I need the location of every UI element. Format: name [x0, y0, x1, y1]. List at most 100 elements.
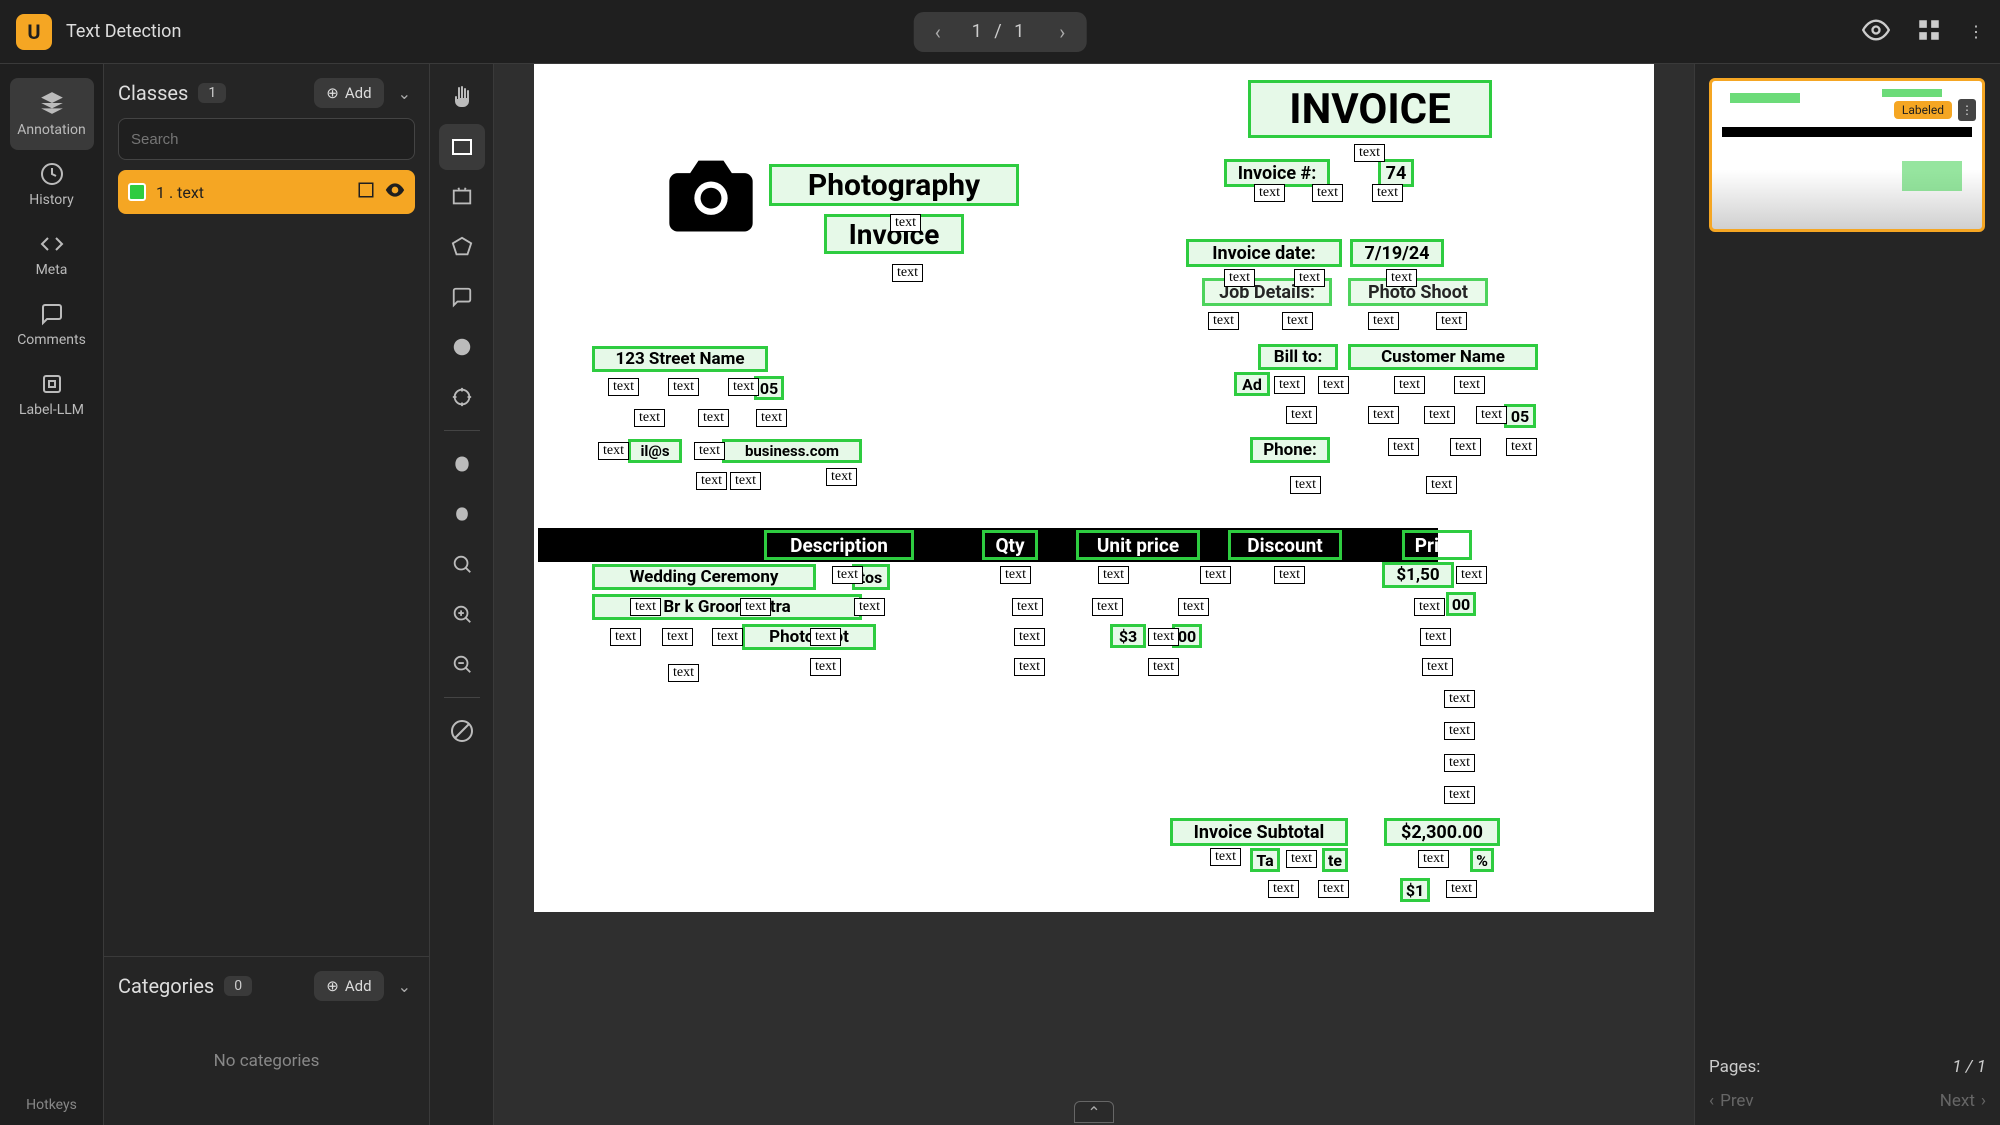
- annotation-tag[interactable]: text: [810, 628, 841, 646]
- annotation-tag[interactable]: text: [1012, 598, 1043, 616]
- annotation-tag[interactable]: text: [1282, 312, 1313, 330]
- annotation-tag[interactable]: text: [1436, 312, 1467, 330]
- annotation[interactable]: 74: [1378, 159, 1414, 187]
- annotation-tag[interactable]: text: [1200, 566, 1231, 584]
- disable-tool[interactable]: [439, 708, 485, 754]
- eye-icon[interactable]: [1862, 16, 1890, 48]
- annotation[interactable]: $2,300.00: [1384, 818, 1500, 846]
- annotation[interactable]: Photography: [769, 164, 1019, 206]
- next-button[interactable]: Next ›: [1940, 1091, 1986, 1111]
- annotation-tag[interactable]: text: [854, 598, 885, 616]
- eye-icon[interactable]: [385, 180, 405, 204]
- annotation[interactable]: Bill to:: [1258, 344, 1338, 370]
- annotation-tag[interactable]: text: [1274, 376, 1305, 394]
- annotation-tag[interactable]: text: [1386, 269, 1417, 287]
- annotation-tag[interactable]: text: [1456, 566, 1487, 584]
- annotation[interactable]: Qty: [982, 530, 1038, 560]
- prev-button[interactable]: ‹ Prev: [1709, 1091, 1754, 1111]
- annotation-tag[interactable]: text: [1372, 184, 1403, 202]
- chevron-down-icon[interactable]: ⌄: [394, 973, 415, 1000]
- class-row-text[interactable]: 1 . text: [118, 170, 415, 214]
- annotation-tag[interactable]: text: [1274, 566, 1305, 584]
- polygon-tool[interactable]: [439, 224, 485, 270]
- annotation-tag[interactable]: text: [890, 214, 921, 232]
- annotation-tag[interactable]: text: [1388, 438, 1419, 456]
- annotation-tag[interactable]: text: [668, 664, 699, 682]
- magic-tool[interactable]: [439, 174, 485, 220]
- annotation-tag[interactable]: text: [1286, 406, 1317, 424]
- annotation-tag[interactable]: text: [1254, 184, 1285, 202]
- annotation[interactable]: $1,50: [1382, 562, 1454, 588]
- annotation[interactable]: Invoice #:: [1224, 159, 1330, 187]
- annotation-tag[interactable]: text: [1506, 438, 1537, 456]
- annotation[interactable]: business.com: [722, 439, 862, 463]
- zoom-in-tool[interactable]: [439, 591, 485, 637]
- expand-handle[interactable]: ⌃: [1074, 1101, 1114, 1123]
- annotation-tag[interactable]: text: [892, 264, 923, 282]
- annotation[interactable]: Customer Name: [1348, 344, 1538, 370]
- annotation[interactable]: $3: [1110, 624, 1146, 648]
- chevron-down-icon[interactable]: ⌄: [394, 80, 415, 107]
- annotation-tag[interactable]: text: [1426, 476, 1457, 494]
- annotation-tag[interactable]: text: [608, 378, 639, 396]
- annotation-tag[interactable]: text: [1424, 406, 1455, 424]
- annotation-tag[interactable]: text: [1414, 598, 1445, 616]
- annotation-tag[interactable]: text: [1318, 376, 1349, 394]
- thumbnail[interactable]: Labeled ⋮: [1709, 78, 1985, 232]
- annotation[interactable]: INVOICE: [1248, 80, 1492, 138]
- kebab-icon[interactable]: ⋮: [1968, 22, 1984, 41]
- annotation-tag[interactable]: text: [1394, 376, 1425, 394]
- annotation[interactable]: 05: [1504, 404, 1536, 428]
- annotation-tag[interactable]: text: [756, 409, 787, 427]
- annotation-tag[interactable]: text: [1444, 722, 1475, 740]
- add-class-button[interactable]: ⊕ Add: [314, 78, 383, 108]
- canvas-area[interactable]: INVOICE Photography Invoice Invoice #: 7…: [494, 64, 1694, 1125]
- annotation[interactable]: Phone:: [1250, 437, 1330, 463]
- annotation-tag[interactable]: text: [610, 628, 641, 646]
- annotation-tag[interactable]: text: [1290, 476, 1321, 494]
- annotation[interactable]: Invoice Subtotal: [1170, 818, 1348, 846]
- annotation-tag[interactable]: text: [1268, 880, 1299, 898]
- annotation-tag[interactable]: text: [630, 598, 661, 616]
- annotation-tag[interactable]: text: [1476, 406, 1507, 424]
- nav-label-llm[interactable]: Label-LLM: [10, 360, 94, 430]
- grid-icon[interactable]: [1916, 17, 1942, 47]
- annotation-tag[interactable]: text: [668, 378, 699, 396]
- annotation-tag[interactable]: text: [1454, 376, 1485, 394]
- annotation-tag[interactable]: text: [740, 598, 771, 616]
- annotation[interactable]: il@s: [628, 439, 682, 463]
- search-tool[interactable]: [439, 541, 485, 587]
- thumb-menu[interactable]: ⋮: [1958, 99, 1976, 121]
- annotation-tag[interactable]: text: [1418, 850, 1449, 868]
- annotation-tag[interactable]: text: [1312, 184, 1343, 202]
- annotation-tag[interactable]: text: [694, 442, 725, 460]
- annotation-tag[interactable]: text: [1092, 598, 1123, 616]
- chat-tool[interactable]: [439, 274, 485, 320]
- annotation[interactable]: te: [1322, 848, 1348, 872]
- annotation-tag[interactable]: text: [712, 628, 743, 646]
- annotation-tag[interactable]: text: [1354, 144, 1385, 162]
- zoom-out-tool[interactable]: [439, 641, 485, 687]
- annotation[interactable]: 00: [1446, 592, 1476, 616]
- annotation[interactable]: Unit price: [1076, 530, 1200, 560]
- annotation-tag[interactable]: text: [810, 658, 841, 676]
- annotation-tag[interactable]: text: [1210, 848, 1241, 866]
- annotation-tag[interactable]: text: [1014, 658, 1045, 676]
- annotation-tag[interactable]: text: [1208, 312, 1239, 330]
- annotation-tag[interactable]: text: [1318, 880, 1349, 898]
- nav-meta[interactable]: Meta: [10, 220, 94, 290]
- annotation-tag[interactable]: text: [1178, 598, 1209, 616]
- add-category-button[interactable]: ⊕ Add: [314, 971, 383, 1001]
- annotation-tag[interactable]: text: [1368, 312, 1399, 330]
- annotation-tag[interactable]: text: [1444, 690, 1475, 708]
- annotation-tag[interactable]: text: [1422, 658, 1453, 676]
- annotation-tag[interactable]: text: [1444, 786, 1475, 804]
- annotation-tag[interactable]: text: [598, 442, 629, 460]
- annotation[interactable]: Description: [764, 530, 914, 560]
- annotation[interactable]: Photo Shoot: [1348, 278, 1488, 306]
- annotation-tag[interactable]: text: [1148, 628, 1179, 646]
- annotation[interactable]: Price: [1402, 530, 1472, 560]
- annotation-tag[interactable]: text: [730, 472, 761, 490]
- annotation[interactable]: Ta: [1250, 848, 1280, 872]
- annotation[interactable]: Ad: [1234, 372, 1270, 396]
